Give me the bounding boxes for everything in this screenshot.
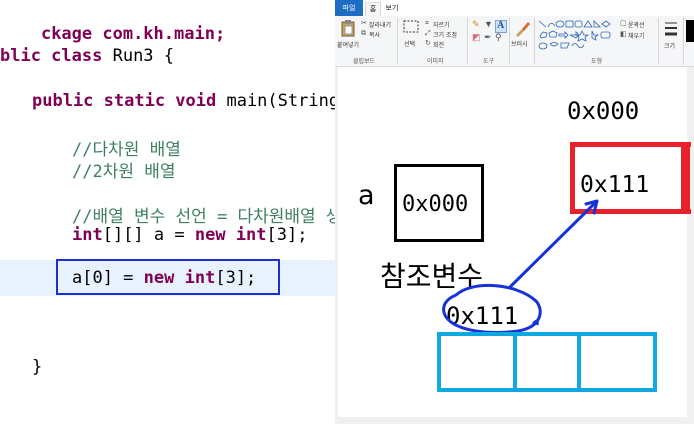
array-cell-2 xyxy=(513,332,581,392)
magnifier-icon: ⚲ xyxy=(495,32,502,42)
fill-tool[interactable]: ▼ xyxy=(484,19,494,31)
text-icon: A xyxy=(497,20,505,31)
crop-button[interactable]: ⌗ 자르기 xyxy=(425,19,461,29)
array-cell-3 xyxy=(577,332,657,392)
copy-button[interactable]: ⧉ 복사 xyxy=(361,29,397,39)
keyword: blic class xyxy=(0,46,103,66)
tab-view[interactable]: 보기 xyxy=(383,2,401,15)
keyword: new xyxy=(194,225,226,245)
drawing-canvas[interactable]: 0x000 a 0x000 0x111 참조변수 0x111 xyxy=(338,67,691,417)
copy-label: 복사 xyxy=(369,32,381,39)
outline-label: 윤곽선 xyxy=(628,22,645,29)
select-rectangle-icon xyxy=(403,20,419,33)
ink-arrow-line xyxy=(508,200,598,289)
code-text: Run3 { xyxy=(102,46,175,66)
ink-circle xyxy=(442,283,542,334)
code-comment: //2차원 배열 xyxy=(72,162,176,182)
select-label: 선택 xyxy=(404,41,416,48)
cut-button[interactable]: ✂ 잘라내기 xyxy=(361,19,397,29)
shapes-icon xyxy=(538,20,611,50)
paint-window: 파일 홈 보기 붙여넣기 ✂ 잘라내기 ⧉ 복사 클립보드 선택 ⌗ 자르기 ⤢… xyxy=(335,0,694,424)
keyword: int xyxy=(72,225,103,245)
group-label-tools: 도구 xyxy=(483,58,495,65)
resize-button[interactable]: ⤢ 크기 조정 xyxy=(425,29,465,39)
brush-icon xyxy=(516,22,530,37)
array-cell-1 xyxy=(437,332,517,392)
resize-icon: ⤢ xyxy=(425,29,431,37)
tab-file[interactable]: 파일 xyxy=(335,0,363,16)
group-label-clipboard: 클립보드 xyxy=(353,58,376,65)
pencil-tool[interactable]: ✎ xyxy=(472,19,482,31)
code-text: [][] a = xyxy=(102,225,195,245)
tab-home[interactable]: 홈 xyxy=(365,2,381,16)
group-separator xyxy=(397,18,398,64)
group-label-shapes: 도형 xyxy=(591,58,603,65)
scissors-icon: ✂ xyxy=(361,19,367,27)
code-annotation-box xyxy=(56,259,280,295)
paste-button[interactable]: 붙여넣기 xyxy=(337,17,359,53)
group-separator xyxy=(509,18,510,64)
color-picker-tool[interactable]: ✒ xyxy=(484,32,494,44)
eraser-icon: ◩ xyxy=(472,32,481,42)
paint-bucket-icon: ▼ xyxy=(484,19,493,29)
eraser-tool[interactable]: ◩ xyxy=(472,32,482,44)
copy-icon: ⧉ xyxy=(361,29,366,37)
magnifier-tool[interactable]: ⚲ xyxy=(495,32,505,44)
size-button[interactable]: 크기 xyxy=(661,19,681,55)
group-separator xyxy=(683,18,684,64)
brushes-label: 브러시 xyxy=(511,41,528,48)
code-comment: //배열 변수 선언 = 다차원배열 생 xyxy=(72,207,335,227)
code-editor[interactable]: ckage com.kh.main; blic class Run3 { pub… xyxy=(0,0,335,424)
fill-dropdown[interactable]: ◧ 채우기 xyxy=(620,30,656,40)
code-text: [3]; xyxy=(266,225,308,245)
size-label: 크기 xyxy=(664,43,676,50)
cut-label: 잘라내기 xyxy=(369,22,392,29)
shapes-gallery[interactable] xyxy=(537,19,617,53)
fill-label: 채우기 xyxy=(628,33,645,40)
code-text: main(String xyxy=(216,91,335,111)
outline-icon: ▢ xyxy=(620,19,627,27)
rotate-button[interactable]: ↻ 회전 xyxy=(425,39,461,49)
ribbon: 붙여넣기 ✂ 잘라내기 ⧉ 복사 클립보드 선택 ⌗ 자르기 ⤢ 크기 조정 ↻ xyxy=(335,16,694,67)
line-size-icon xyxy=(665,22,677,36)
code-line-declaration: int[][] a = new int[3]; xyxy=(72,225,307,245)
group-separator xyxy=(467,18,468,64)
outline-dropdown[interactable]: ▢ 윤곽선 xyxy=(620,19,656,29)
code-closing-brace: } xyxy=(32,357,43,377)
crop-label: 자르기 xyxy=(433,22,450,29)
keyword: public static void xyxy=(32,91,217,111)
resize-label: 크기 조정 xyxy=(433,32,457,39)
ribbon-tab-bar: 파일 홈 보기 xyxy=(335,0,694,17)
fill-icon: ◧ xyxy=(620,30,627,38)
group-label-image: 이미지 xyxy=(427,58,444,65)
paste-label: 붙여넣기 xyxy=(337,42,360,49)
pencil-icon: ✎ xyxy=(472,19,480,29)
eyedropper-icon: ✒ xyxy=(484,32,492,42)
code-line-main: public static void main(String xyxy=(32,91,335,111)
keyword: int xyxy=(235,225,267,245)
code-text: ckage com.kh.main; xyxy=(40,24,226,44)
group-separator xyxy=(534,18,535,64)
rotate-icon: ↻ xyxy=(425,39,431,47)
group-separator xyxy=(658,18,659,64)
crop-icon: ⌗ xyxy=(425,19,429,27)
select-button[interactable]: 선택 xyxy=(401,19,421,53)
clipboard-icon xyxy=(341,20,355,37)
rotate-label: 회전 xyxy=(433,42,445,49)
color1-swatch[interactable] xyxy=(686,20,694,42)
code-line-class: blic class Run3 { xyxy=(0,46,174,66)
brushes-button[interactable]: 브러시 xyxy=(511,19,533,53)
